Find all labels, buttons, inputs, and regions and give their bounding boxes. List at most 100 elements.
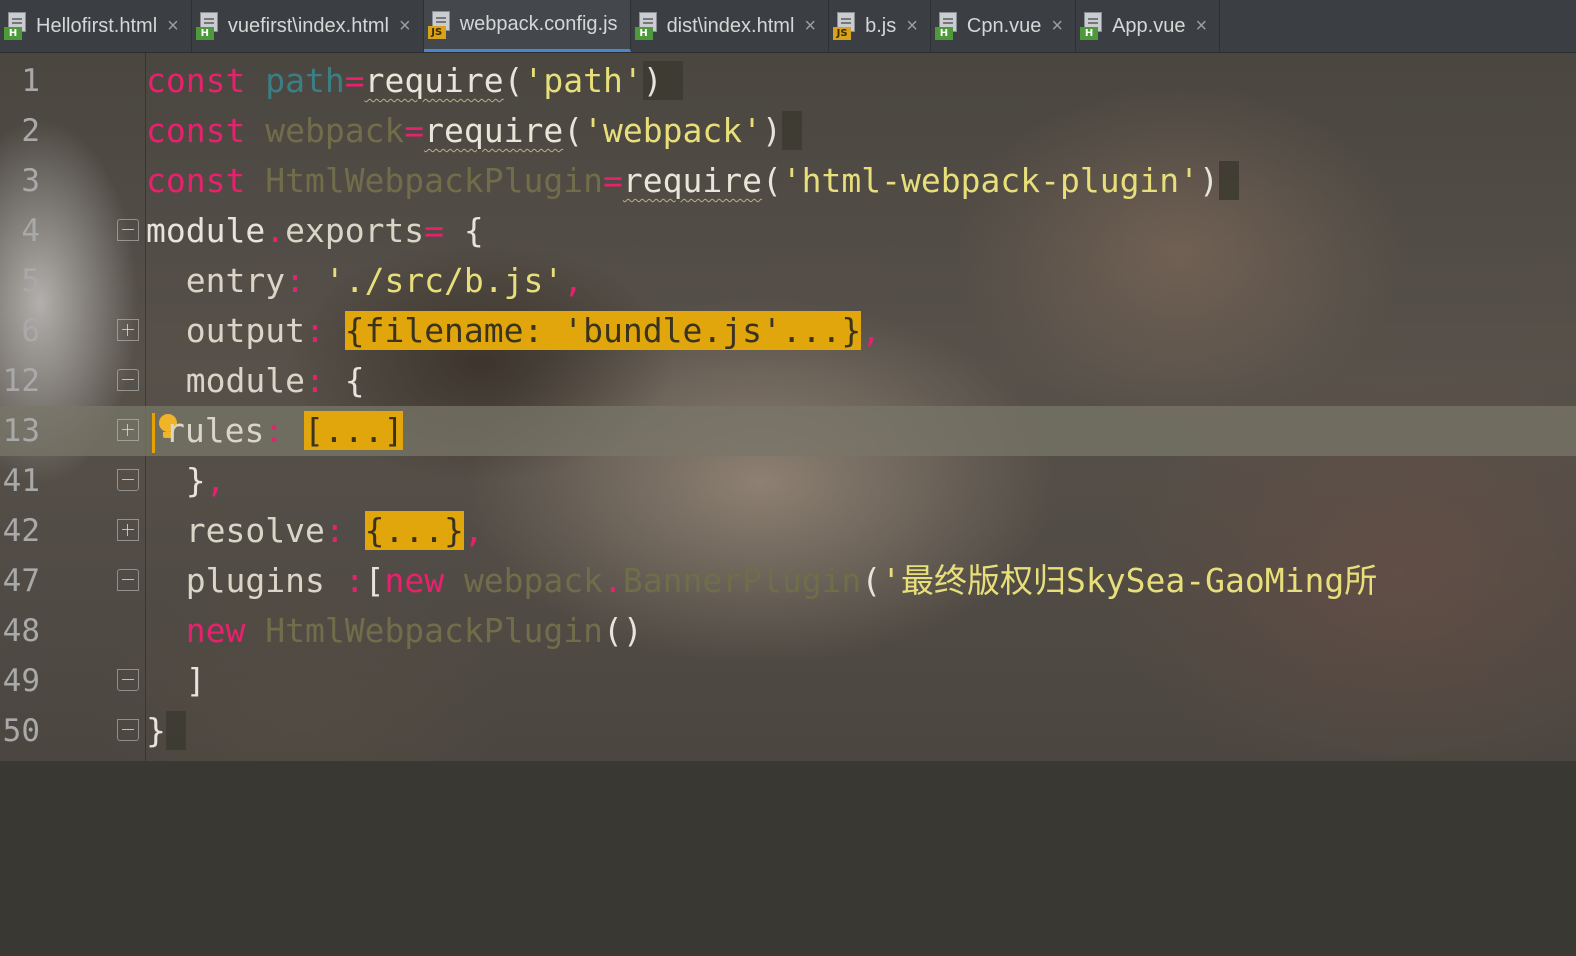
brace: {	[463, 211, 484, 250]
tab-label: App.vue	[1112, 14, 1186, 37]
close-tab-icon[interactable]: ×	[399, 15, 411, 38]
string-literal: './src/b.js'	[324, 261, 564, 300]
code-line[interactable]: 2 const webpack=require('webpack')	[0, 106, 1576, 156]
close-tab-icon[interactable]: ×	[804, 15, 816, 38]
comma: ,	[861, 311, 882, 350]
identifier: webpack	[265, 111, 405, 150]
operator: .	[265, 211, 286, 250]
code-line[interactable]: 49 ]	[0, 656, 1576, 706]
colon: :	[304, 311, 325, 350]
fold-expand-icon[interactable]	[117, 419, 139, 441]
colon: :	[324, 511, 345, 550]
identifier: module	[146, 211, 266, 250]
line-number: 6	[21, 313, 40, 349]
code-line[interactable]: 48 new HtmlWebpackPlugin()	[0, 606, 1576, 656]
identifier: HtmlWebpackPlugin	[265, 161, 603, 200]
editor-tab[interactable]: JS b.js ×	[829, 0, 931, 52]
close-tab-icon[interactable]: ×	[167, 15, 179, 38]
fold-end-icon[interactable]	[117, 719, 139, 741]
html-file-icon: H	[4, 12, 28, 40]
line-number: 41	[2, 463, 40, 499]
comma: ,	[205, 461, 226, 500]
editor-tab[interactable]: Hdist\index.html ×	[631, 0, 830, 52]
editor-tab[interactable]: H Cpn.vue ×	[931, 0, 1077, 52]
operator: =	[602, 161, 623, 200]
editor-tab[interactable]: H App.vue ×	[1076, 0, 1221, 52]
code-line[interactable]: 42 resolve: {...},	[0, 506, 1576, 556]
bracket: [	[364, 561, 385, 600]
property-key: rules	[165, 411, 265, 450]
code-line[interactable]: 3 const HtmlWebpackPlugin=require('html-…	[0, 156, 1576, 206]
close-tab-icon[interactable]: ×	[1195, 15, 1207, 38]
folded-region[interactable]: [...]	[304, 411, 404, 450]
fold-collapse-icon[interactable]	[117, 369, 139, 391]
string-literal: 'webpack'	[583, 111, 762, 150]
close-tab-icon[interactable]: ×	[1051, 15, 1063, 38]
function-call: require	[622, 161, 762, 200]
code-line[interactable]: 1 const path=require('path')	[0, 56, 1576, 106]
code-line[interactable]: 50 }	[0, 706, 1576, 756]
colon: :	[344, 561, 365, 600]
editor-tab[interactable]: JS webpack.config.js	[423, 0, 631, 52]
code-line[interactable]: 12 module: {	[0, 356, 1576, 406]
code-line[interactable]: 47 plugins :[new webpack.BannerPlugin('最…	[0, 556, 1576, 606]
html-file-icon: H	[1080, 12, 1104, 40]
function-call: require	[424, 111, 564, 150]
string-literal: 'html-webpack-plugin'	[781, 161, 1200, 200]
brace: }	[146, 711, 166, 750]
operator: =	[344, 61, 365, 100]
line-number: 42	[2, 513, 40, 549]
colon: :	[264, 411, 285, 450]
line-number: 49	[2, 663, 40, 699]
operator: =	[424, 211, 445, 250]
keyword: new	[185, 611, 246, 650]
property-key: output	[185, 311, 305, 350]
keyword: new	[384, 561, 445, 600]
fold-end-icon[interactable]	[117, 669, 139, 691]
editor-tab[interactable]: Hvuefirst\index.html ×	[192, 0, 424, 52]
paren: (	[563, 111, 584, 150]
class-name: HtmlWebpackPlugin	[265, 611, 603, 650]
text-cursor	[152, 412, 155, 453]
paren: (	[761, 161, 782, 200]
tab-label: Hellofirst.html	[36, 14, 158, 37]
code-editor[interactable]: 1 const path=require('path') 2 const web…	[0, 52, 1576, 761]
operator: =	[404, 111, 425, 150]
code-line[interactable]: 4 module.exports= {	[0, 206, 1576, 256]
code-line[interactable]: 5 entry: './src/b.js',	[0, 256, 1576, 306]
fold-collapse-icon[interactable]	[117, 569, 139, 591]
line-number: 4	[21, 213, 40, 249]
fold-expand-icon[interactable]	[117, 519, 139, 541]
editor-tab-bar: H Hellofirst.html × Hvuefirst\index.html × JS…	[0, 0, 1576, 53]
tab-label: webpack.config.js	[459, 13, 618, 35]
line-number: 2	[21, 113, 40, 149]
code-line[interactable]: 41 },	[0, 456, 1576, 506]
tab-label: vuefirst\index.html	[227, 14, 389, 37]
paren: (	[503, 61, 524, 100]
property: exports	[285, 211, 425, 250]
editor-tab[interactable]: H Hellofirst.html ×	[0, 0, 192, 52]
keyword: const	[146, 111, 246, 150]
fold-expand-icon[interactable]	[117, 319, 139, 341]
close-tab-icon[interactable]: ×	[906, 15, 918, 38]
string-literal: '最终版权归SkySea-GaoMing所	[881, 561, 1378, 600]
paren: ()	[603, 611, 643, 650]
function-call: require	[364, 61, 504, 100]
code-line-current[interactable]: 13 rules: [...]	[0, 406, 1576, 456]
paren: )	[642, 61, 663, 100]
line-number: 12	[2, 363, 40, 399]
html-file-icon: H	[634, 12, 659, 40]
folded-region[interactable]: {filename: 'bundle.js'...}	[344, 311, 862, 350]
html-file-icon: H	[195, 12, 220, 40]
identifier: path	[265, 61, 345, 100]
identifier: webpack	[463, 561, 604, 600]
code-line[interactable]: 6 output: {filename: 'bundle.js'...},	[0, 306, 1576, 356]
paren: )	[1199, 161, 1219, 200]
fold-collapse-icon[interactable]	[117, 219, 139, 241]
class-name: BannerPlugin	[622, 561, 862, 600]
fold-end-icon[interactable]	[117, 469, 139, 491]
keyword: const	[146, 61, 246, 100]
property-key: resolve	[185, 511, 325, 550]
folded-region[interactable]: {...}	[364, 511, 464, 550]
html-file-icon: H	[934, 12, 959, 40]
